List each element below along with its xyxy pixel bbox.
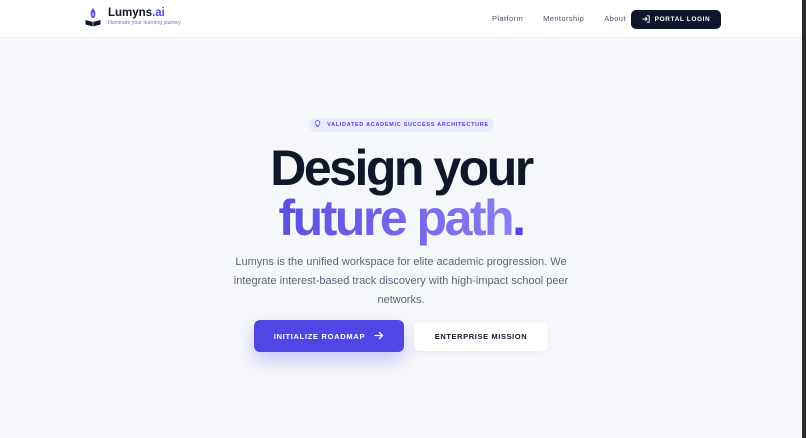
nav-links: Platform Mentorship About: [492, 14, 646, 23]
hero-headline: Design your future path.: [0, 143, 802, 243]
headline-line-2: future path.: [0, 193, 802, 243]
portal-login-button[interactable]: PORTAL LOGIN: [631, 10, 721, 29]
flame-book-icon: [84, 7, 102, 27]
arrow-right-icon: [365, 331, 384, 342]
headline-line-2-text: future path: [278, 190, 515, 246]
brand-logo[interactable]: Lumyns.ai Illuminate your learning journ…: [84, 7, 181, 27]
brand-tagline: Illuminate your learning journey: [108, 20, 181, 26]
portal-login-label: PORTAL LOGIN: [654, 16, 711, 23]
login-arrow-icon: [641, 14, 655, 25]
hero-description: Lumyns is the unified workspace for elit…: [233, 256, 569, 306]
brand-name-accent: .ai: [152, 7, 165, 19]
headline-line-1: Design your: [270, 140, 534, 196]
window-edge: [802, 0, 806, 438]
initialize-roadmap-label: INITIALIZE ROADMAP: [273, 331, 366, 341]
hero-badge-label: VALIDATED ACADEMIC SUCCESS ARCHITECTURE: [327, 122, 489, 128]
nav-link-about[interactable]: About: [604, 14, 626, 23]
hero-badge: VALIDATED ACADEMIC SUCCESS ARCHITECTURE: [309, 118, 494, 132]
enterprise-mission-button[interactable]: ENTERPRISE MISSION: [414, 322, 548, 351]
brand-name-primary: Lumyns: [108, 7, 153, 19]
brand-name: Lumyns.ai: [108, 7, 181, 20]
headline-dot: .: [512, 190, 526, 246]
initialize-roadmap-button[interactable]: INITIALIZE ROADMAP: [254, 320, 404, 352]
top-navbar: Lumyns.ai Illuminate your learning journ…: [0, 0, 802, 38]
nav-link-mentorship[interactable]: Mentorship: [543, 14, 584, 23]
nav-link-platform[interactable]: Platform: [492, 14, 523, 23]
landing-page: Lumyns.ai Illuminate your learning journ…: [0, 0, 806, 438]
lightbulb-icon: [314, 120, 327, 130]
